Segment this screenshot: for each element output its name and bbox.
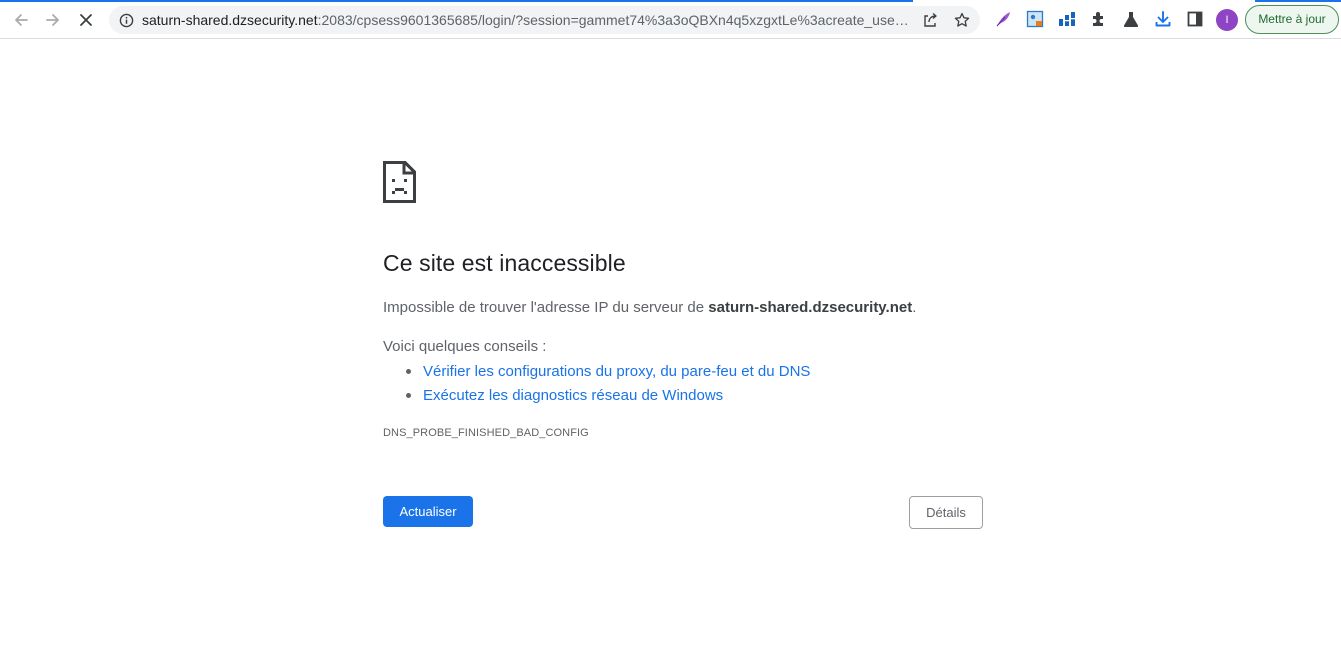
arrow-left-icon bbox=[15, 14, 28, 26]
back-button[interactable] bbox=[8, 7, 34, 33]
tips-intro: Voici quelques conseils : bbox=[383, 338, 547, 355]
site-info-icon[interactable] bbox=[118, 12, 134, 28]
desc-suffix: . bbox=[912, 299, 917, 316]
check-proxy-firewall-dns-link[interactable]: Vérifier les configurations du proxy, du… bbox=[423, 363, 810, 380]
arrow-right-icon bbox=[46, 14, 59, 26]
bullet-dot bbox=[406, 369, 411, 374]
desc-prefix: Impossible de trouver l'adresse IP du se… bbox=[383, 299, 709, 316]
list-item: Vérifier les configurations du proxy, du… bbox=[383, 360, 810, 384]
forward-button[interactable] bbox=[40, 7, 66, 33]
loading-progress-bar-secondary bbox=[1255, 0, 1341, 2]
chart-grid-icon[interactable] bbox=[1058, 10, 1076, 28]
list-item: Exécutez les diagnostics réseau de Windo… bbox=[383, 384, 810, 408]
url-text[interactable]: saturn-shared.dzsecurity.net:2083/cpsess… bbox=[142, 12, 912, 29]
loading-progress-bar bbox=[0, 0, 913, 2]
tips-list: Vérifier les configurations du proxy, du… bbox=[383, 360, 810, 408]
bullet-dot bbox=[406, 393, 411, 398]
reload-button[interactable]: Actualiser bbox=[383, 496, 473, 527]
sad-page-icon bbox=[383, 161, 416, 208]
close-icon bbox=[80, 14, 92, 26]
share-icon[interactable] bbox=[922, 12, 938, 28]
url-path: :2083/cpsess9601365685/login/?session=ga… bbox=[317, 12, 912, 28]
feather-icon[interactable] bbox=[994, 10, 1012, 28]
profile-avatar[interactable]: I bbox=[1216, 9, 1238, 31]
desc-host: saturn-shared.dzsecurity.net bbox=[708, 299, 913, 316]
bookmark-star-icon[interactable] bbox=[954, 12, 970, 28]
error-title: Ce site est inaccessible bbox=[383, 250, 626, 276]
image-extension-icon[interactable] bbox=[1026, 10, 1044, 28]
error-code: DNS_PROBE_FINISHED_BAD_CONFIG bbox=[383, 427, 589, 439]
download-icon[interactable] bbox=[1154, 10, 1172, 28]
url-host: saturn-shared.dzsecurity.net bbox=[142, 12, 318, 28]
flask-icon[interactable] bbox=[1122, 10, 1140, 28]
run-windows-network-diagnostics-link[interactable]: Exécutez les diagnostics réseau de Windo… bbox=[423, 387, 723, 404]
stop-loading-button[interactable] bbox=[73, 7, 99, 33]
browser-toolbar: saturn-shared.dzsecurity.net:2083/cpsess… bbox=[0, 0, 1341, 39]
puzzle-icon[interactable] bbox=[1090, 10, 1108, 28]
sidebar-icon[interactable] bbox=[1186, 10, 1204, 28]
error-description: Impossible de trouver l'adresse IP du se… bbox=[383, 299, 916, 316]
details-button[interactable]: Détails bbox=[909, 496, 983, 529]
update-browser-button[interactable]: Mettre à jour bbox=[1245, 5, 1339, 34]
address-bar[interactable]: saturn-shared.dzsecurity.net:2083/cpsess… bbox=[109, 6, 980, 34]
